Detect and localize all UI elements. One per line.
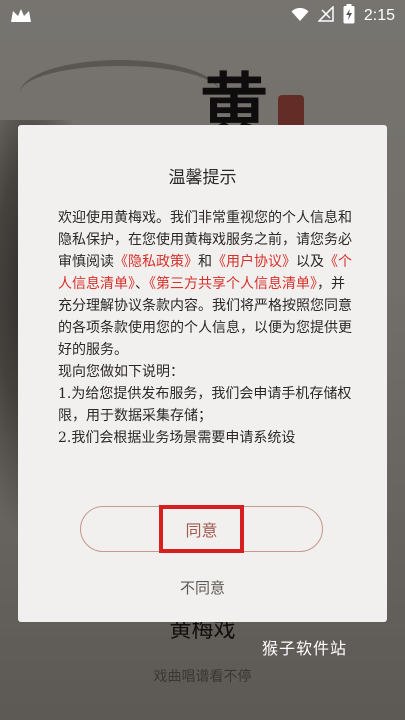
connector-text: 、 bbox=[135, 276, 149, 292]
explain-title: 现向您做如下说明： bbox=[58, 364, 184, 380]
agree-button-label: 同意 bbox=[159, 505, 244, 553]
wifi-icon bbox=[291, 7, 309, 26]
dialog-content[interactable]: 欢迎使用黄梅戏。我们非常重视您的个人信息和隐私保护，在您使用黄梅戏服务之前，请您… bbox=[58, 207, 358, 489]
privacy-policy-link[interactable]: 《隐私政策》 bbox=[114, 254, 198, 270]
connector-text: 以及 bbox=[296, 254, 324, 270]
user-agreement-link[interactable]: 《用户协议》 bbox=[212, 254, 296, 270]
status-bar: 2:15 bbox=[0, 0, 405, 32]
crown-icon bbox=[10, 8, 32, 28]
permission-item-2: 2.我们会根据业务场景需要申请系统设 bbox=[58, 430, 296, 446]
dialog-title: 温馨提示 bbox=[168, 168, 237, 188]
signal-icon bbox=[317, 5, 334, 26]
battery-charging-icon bbox=[343, 4, 355, 28]
consent-paragraph: 欢迎使用黄梅戏。我们非常重视您的个人信息和隐私保护，在您使用黄梅戏服务之前，请您… bbox=[58, 207, 358, 361]
permission-item-1: 1.为给您提供发布服务，我们会申请手机存储权限，用于数据采集存储； bbox=[58, 386, 352, 424]
connector-text: 和 bbox=[198, 254, 212, 270]
disagree-button[interactable]: 不同意 bbox=[18, 577, 387, 598]
clock: 2:15 bbox=[363, 7, 395, 24]
privacy-dialog: 温馨提示 欢迎使用黄梅戏。我们非常重视您的个人信息和隐私保护，在您使用黄梅戏服务… bbox=[18, 125, 387, 622]
agree-button[interactable]: 同意 bbox=[80, 505, 323, 553]
third-party-share-list-link[interactable]: 《第三方共享个人信息清单》 bbox=[149, 276, 317, 292]
watermark: 猴子软件站 bbox=[262, 639, 348, 658]
